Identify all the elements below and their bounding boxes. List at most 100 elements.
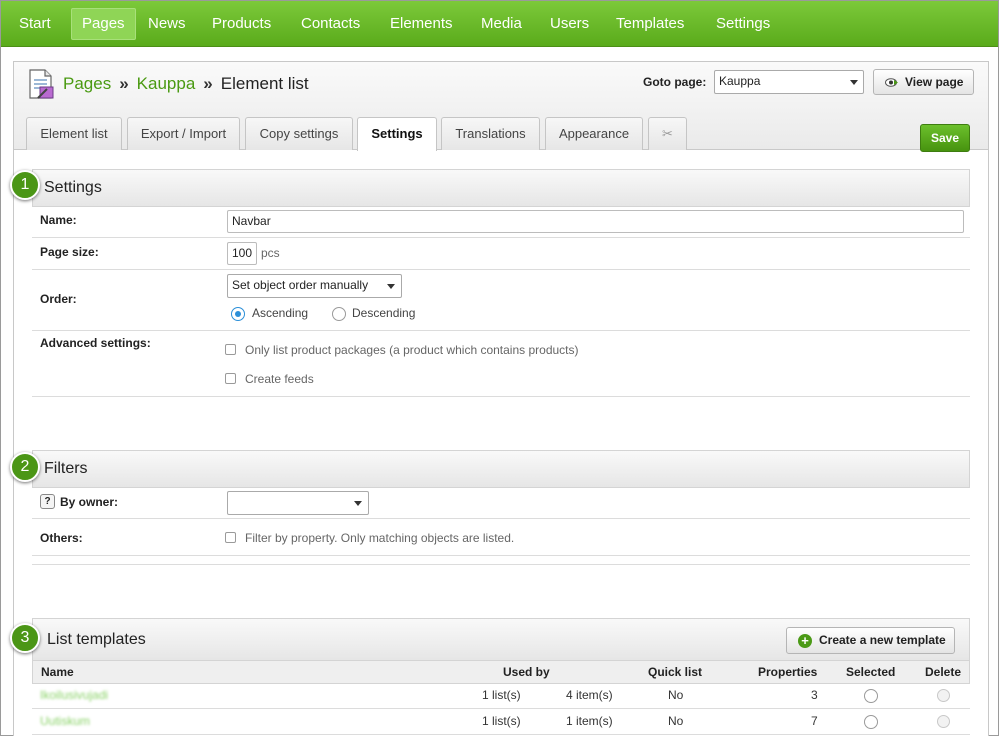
name-field[interactable]: Navbar (227, 210, 964, 233)
tab-appearance[interactable]: Appearance (545, 117, 643, 150)
settings-section-header: Settings (32, 169, 970, 207)
tab-copy-settings[interactable]: Copy settings (245, 117, 353, 150)
chevron-down-icon (354, 501, 362, 506)
step-2-badge: 2 (10, 452, 40, 482)
breadcrumb: Pages » Kauppa » Element list (63, 74, 309, 94)
nav-item-products[interactable]: Products (202, 8, 281, 40)
nav-item-pages[interactable]: Pages (71, 8, 136, 40)
nav-item-users[interactable]: Users (540, 8, 599, 40)
divider (32, 555, 970, 556)
only-packages-label: Only list product packages (a product wh… (245, 343, 579, 357)
goto-page-select[interactable]: Kauppa (714, 70, 864, 94)
tab-settings[interactable]: Settings (357, 117, 437, 151)
tab-scissors[interactable]: ✂ (648, 117, 687, 150)
page-size-field[interactable]: 100 (227, 242, 257, 265)
only-packages-checkbox[interactable] (225, 344, 236, 355)
divider (32, 237, 970, 238)
ascending-radio[interactable] (231, 307, 245, 321)
filter-property-checkbox[interactable] (225, 532, 236, 543)
create-template-button[interactable]: + Create a new template (786, 627, 955, 654)
breadcrumb-separator: » (119, 74, 129, 93)
help-icon[interactable]: ? (40, 494, 55, 509)
create-template-label: Create a new template (819, 633, 946, 647)
view-page-label: View page (905, 75, 964, 89)
plus-icon: + (798, 634, 812, 648)
divider (32, 708, 970, 709)
goto-page-value: Kauppa (719, 74, 761, 88)
eye-icon (885, 78, 898, 87)
col-used-by[interactable]: Used by (503, 665, 550, 679)
step-1-badge: 1 (10, 170, 40, 200)
tab-export-import[interactable]: Export / Import (127, 117, 240, 150)
selected-radio[interactable] (864, 715, 878, 729)
template-name-link[interactable]: Uutiskum (40, 714, 90, 728)
filter-property-label: Filter by property. Only matching object… (245, 531, 515, 545)
col-name[interactable]: Name (41, 665, 74, 679)
descending-radio[interactable] (332, 307, 346, 321)
chevron-down-icon (387, 284, 395, 289)
nav-item-media[interactable]: Media (471, 8, 532, 40)
ascending-label: Ascending (252, 306, 309, 320)
settings-section-title: Settings (44, 179, 102, 196)
col-quick-list[interactable]: Quick list (648, 665, 702, 679)
name-label: Name: (40, 213, 77, 227)
divider (32, 734, 970, 735)
advanced-settings-label: Advanced settings: (40, 336, 151, 350)
owner-select[interactable] (227, 491, 369, 515)
page-size-label: Page size: (40, 245, 99, 259)
tab-translations[interactable]: Translations (441, 117, 540, 150)
scissors-icon: ✂ (662, 126, 673, 141)
templates-table-header: Name Used by Quick list Properties Selec… (32, 660, 970, 684)
create-feeds-checkbox[interactable] (225, 373, 236, 384)
quick-list-value: No (668, 714, 684, 728)
divider (32, 396, 970, 397)
page-icon (29, 69, 54, 99)
others-label: Others: (40, 531, 83, 545)
order-label: Order: (40, 292, 77, 306)
quick-list-value: No (668, 688, 684, 702)
template-name-link[interactable]: Ikoilusivujadi (40, 688, 108, 702)
tab-element-list[interactable]: Element list (26, 117, 122, 150)
col-properties[interactable]: Properties (758, 665, 817, 679)
create-feeds-label: Create feeds (245, 372, 314, 386)
nav-item-elements[interactable]: Elements (380, 8, 463, 40)
nav-item-start[interactable]: Start (9, 8, 61, 40)
order-select[interactable]: Set object order manually (227, 274, 402, 298)
used-by-lists: 1 list(s) (482, 688, 521, 702)
breadcrumb-kauppa[interactable]: Kauppa (137, 74, 196, 93)
delete-icon[interactable] (937, 689, 950, 702)
used-by-items: 4 item(s) (566, 688, 613, 702)
page-size-unit: pcs (261, 246, 280, 260)
by-owner-label: By owner: (60, 495, 119, 509)
selected-radio[interactable] (864, 689, 878, 703)
top-nav: Start Pages News Products Contacts Eleme… (1, 1, 998, 47)
panel-header: Pages » Kauppa » Element list Goto page: Kau… (14, 62, 988, 152)
divider (32, 269, 970, 270)
main-panel: Pages » Kauppa » Element list Goto page: Kau… (10, 61, 989, 736)
properties-count: 7 (811, 714, 818, 728)
properties-count: 3 (811, 688, 818, 702)
used-by-items: 1 item(s) (566, 714, 613, 728)
used-by-lists: 1 list(s) (482, 714, 521, 728)
descending-label: Descending (352, 306, 416, 320)
breadcrumb-separator: » (203, 74, 213, 93)
delete-icon[interactable] (937, 715, 950, 728)
col-selected[interactable]: Selected (846, 665, 895, 679)
nav-item-contacts[interactable]: Contacts (291, 8, 370, 40)
nav-item-settings[interactable]: Settings (706, 8, 780, 40)
col-delete[interactable]: Delete (925, 665, 961, 679)
chevron-down-icon (850, 80, 858, 85)
nav-item-templates[interactable]: Templates (606, 8, 694, 40)
filters-section-header: Filters (32, 450, 970, 488)
divider (32, 330, 970, 331)
divider (32, 518, 970, 519)
step-3-badge: 3 (10, 623, 40, 653)
breadcrumb-pages[interactable]: Pages (63, 74, 111, 93)
goto-page-label: Goto page: (643, 75, 707, 89)
save-button[interactable]: Save (920, 124, 970, 152)
page-title: Element list (220, 74, 309, 93)
nav-item-news[interactable]: News (138, 8, 196, 40)
filters-section-title: Filters (44, 460, 88, 477)
order-select-value: Set object order manually (232, 278, 369, 292)
view-page-button[interactable]: View page (873, 69, 974, 95)
